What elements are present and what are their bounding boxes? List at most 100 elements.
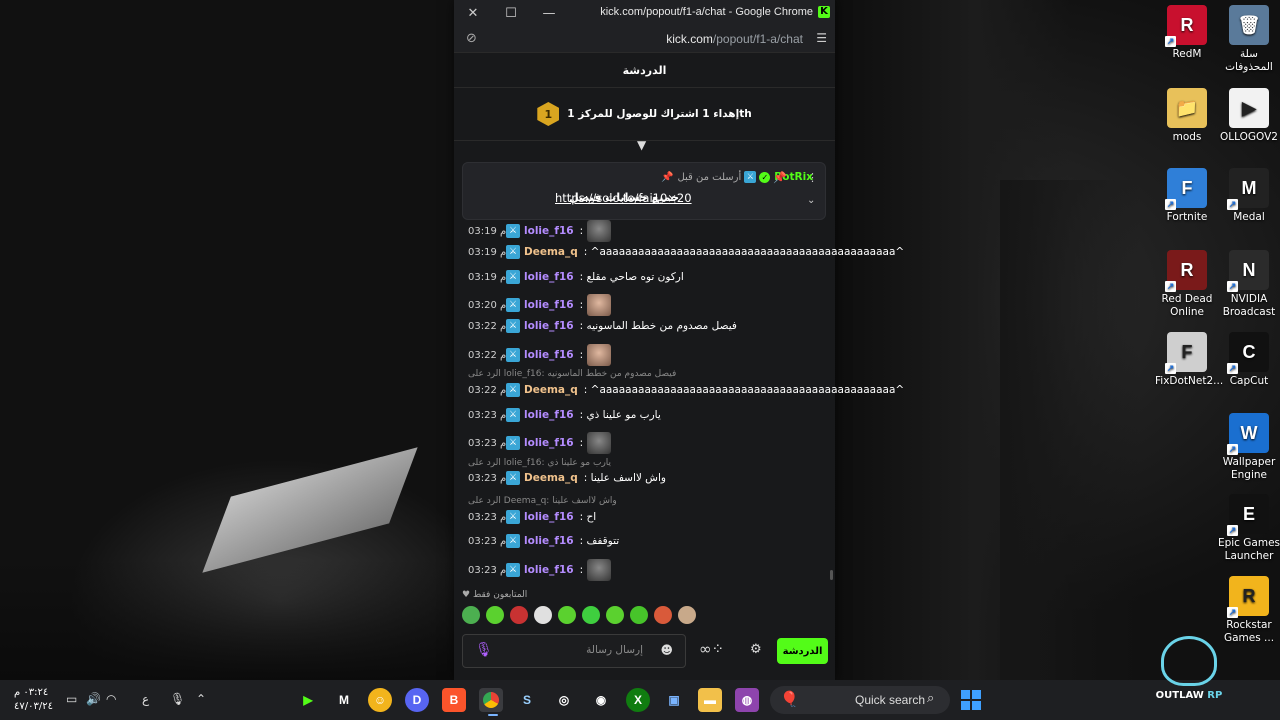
store-icon[interactable]: ▣ [662,688,686,712]
message-time: 03:23 م [468,409,507,421]
emote-smile-icon[interactable] [558,606,576,624]
microphone-icon[interactable]: 🎙 [475,642,493,658]
message-username[interactable]: lolie_f16 [524,511,574,523]
brave-icon[interactable]: B [442,688,466,712]
emote-wave-icon[interactable] [630,606,648,624]
url-text[interactable]: kick.com/popout/f1-a/chat [666,32,803,46]
chat-send-button[interactable]: الدردشة [777,638,828,664]
chat-message[interactable]: 03:22 م ⚔ lolie_f16: فيصل مصدوم من خطط الم… [468,319,737,333]
app-purple-icon[interactable]: ◍ [735,688,759,712]
chrome-icon[interactable] [479,688,503,712]
chat-message[interactable]: 03:23 م ⚔ lolie_f16: [468,432,612,454]
chat-message[interactable]: 03:19 م ⚔ lolie_f16: اركون توه صاحي مقلع [468,270,684,284]
pin-icon[interactable]: 📌 [773,171,787,184]
message-username[interactable]: lolie_f16 [524,535,574,547]
chat-message[interactable]: 03:23 م ⚔ Deema_q: واش لااسف علينا [468,471,666,485]
minimize-button[interactable]: — [530,0,568,26]
address-bar[interactable]: ⊘ kick.com/popout/f1-a/chat ☰ [454,26,835,53]
emote-skull-icon[interactable] [534,606,552,624]
message-username[interactable]: lolie_f16 [524,225,574,237]
app-notification-icon[interactable]: ☺ [368,688,392,712]
desktop-icon-label: سلة المحذوفات [1225,48,1273,73]
message-username[interactable]: lolie_f16 [524,271,574,283]
emote-pepe-icon[interactable] [462,606,480,624]
message-time: 03:20 م [468,299,507,311]
sub-goal-banner[interactable]: 1 إهداء 1 اشتراك للوصول للمركز 1th [454,88,835,141]
obs-icon[interactable]: ◉ [589,688,613,712]
reply-reference[interactable]: الرد على lolie_f16: يارب مو علينا ذي [468,458,611,468]
emote-angry-icon[interactable] [510,606,528,624]
desktop-icon[interactable]: E ↗ Epic Games Launcher [1217,494,1280,563]
gear-icon[interactable]: ⚙ [750,642,762,657]
reply-reference[interactable]: الرد على Deema_q: واش لااسف علينا [468,496,617,506]
chat-message[interactable]: 03:23 م ⚔ lolie_f16: [468,559,612,581]
desktop-icon[interactable]: R ↗ Red Dead Online [1155,250,1219,319]
message-username[interactable]: lolie_f16 [524,320,574,332]
close-button[interactable]: ✕ [454,0,492,26]
desktop-icon[interactable]: R ↗ RedM [1155,5,1219,61]
chat-message[interactable]: 03:22 م ⚔ lolie_f16: [468,344,612,366]
emoji-icon[interactable]: ☻ [660,643,673,657]
message-username[interactable]: Deema_q [524,246,578,258]
moderator-badge-icon: ⚔ [506,319,520,333]
desktop-app-icon: 🗑 [1229,5,1269,45]
wifi-icon[interactable]: ◠ [106,692,116,706]
start-button[interactable] [961,690,981,710]
desktop-icon[interactable]: ▶ OLLOGOV2 [1217,88,1280,144]
chat-message[interactable]: 03:23 م ⚔ lolie_f16: تتوقفف [468,534,619,548]
kick-app-icon[interactable]: ▶ [296,688,320,712]
chat-message[interactable]: 03:19 م ⚔ lolie_f16: [468,220,612,242]
collapse-icon[interactable]: ▼ [637,138,646,152]
emote-cat-icon[interactable] [678,606,696,624]
chat-message[interactable]: 03:23 م ⚔ lolie_f16: اح [468,510,596,524]
medal-app-icon[interactable]: M [332,688,356,712]
desktop-icon[interactable]: F ↗ Fortnite [1155,168,1219,224]
scrollbar-thumb[interactable] [830,570,833,580]
infinity-points-icon[interactable]: ∞⁘ [699,640,724,658]
desktop-icon[interactable]: 📁 mods [1155,88,1219,144]
steam-icon[interactable]: S [515,688,539,712]
desktop-icon[interactable]: M ↗ Medal [1217,168,1280,224]
emote-hat-icon[interactable] [654,606,672,624]
site-settings-icon[interactable]: ☰ [816,31,827,45]
desktop-icon[interactable]: C ↗ CapCut [1217,332,1280,388]
message-username[interactable]: lolie_f16 [524,564,574,576]
message-username[interactable]: lolie_f16 [524,349,574,361]
message-username[interactable]: Deema_q [524,472,578,484]
chat-input[interactable]: 🎙 إرسال رسالة ☻ [462,634,686,668]
rockstar-taskbar-icon[interactable]: ◎ [552,688,576,712]
message-username[interactable]: lolie_f16 [524,409,574,421]
chat-header: الدردشة [454,53,835,88]
message-username[interactable]: Deema_q [524,384,578,396]
chevron-up-icon[interactable]: ⌃ [196,692,206,706]
chat-message[interactable]: 03:22 م ⚔ Deema_q: ^aaaaaaaaaaaaaaaaaaaaaa… [468,383,904,397]
message-username[interactable]: lolie_f16 [524,437,574,449]
more-options-icon[interactable]: ⋮ [807,171,818,184]
emote-green-icon[interactable] [486,606,504,624]
xbox-icon[interactable]: X [626,688,650,712]
reply-reference[interactable]: الرد على lolie_f16: فيصل مصدوم من خطط ال… [468,369,676,379]
clock[interactable]: ٠٣:٢٤ م ٤٧/٠٣/٢٤ [14,686,53,714]
message-time: 03:22 م [468,384,507,396]
desktop-icon[interactable]: W ↗ Wallpaper Engine [1217,413,1280,482]
desktop-icon[interactable]: 🗑 سلة المحذوفات [1217,5,1280,74]
desktop-icon[interactable]: R ↗ Rockstar Games ... [1217,576,1280,645]
volume-icon[interactable]: 🔊 [86,692,101,706]
emote-laugh-icon[interactable] [606,606,624,624]
language-indicator[interactable]: ع [142,692,149,706]
message-username[interactable]: lolie_f16 [524,299,574,311]
chat-message[interactable]: 03:20 م ⚔ lolie_f16: [468,294,612,316]
maximize-button[interactable]: ☐ [492,0,530,26]
desktop-icon[interactable]: N ↗ NVIDIA Broadcast [1217,250,1280,319]
chat-message[interactable]: 03:23 م ⚔ lolie_f16: يارب مو علينا ذي [468,408,661,422]
discord-icon[interactable]: D [405,688,429,712]
file-explorer-icon[interactable]: ▬ [698,688,722,712]
desktop-icon[interactable]: F ↗ FixDotNet2... [1155,332,1223,388]
chevron-down-icon[interactable]: ⌄ [807,195,815,206]
quick-search[interactable]: 🎈 Quick search ⌕ [770,686,950,714]
emote-spin-icon[interactable] [582,606,600,624]
eye-off-icon[interactable]: ⊘ [466,31,477,46]
chat-message[interactable]: 03:19 م ⚔ Deema_q: ^aaaaaaaaaaaaaaaaaaaaaa… [468,245,904,259]
battery-icon[interactable]: ▭ [66,692,77,706]
mic-tray-icon[interactable]: 🎙 [170,692,185,706]
